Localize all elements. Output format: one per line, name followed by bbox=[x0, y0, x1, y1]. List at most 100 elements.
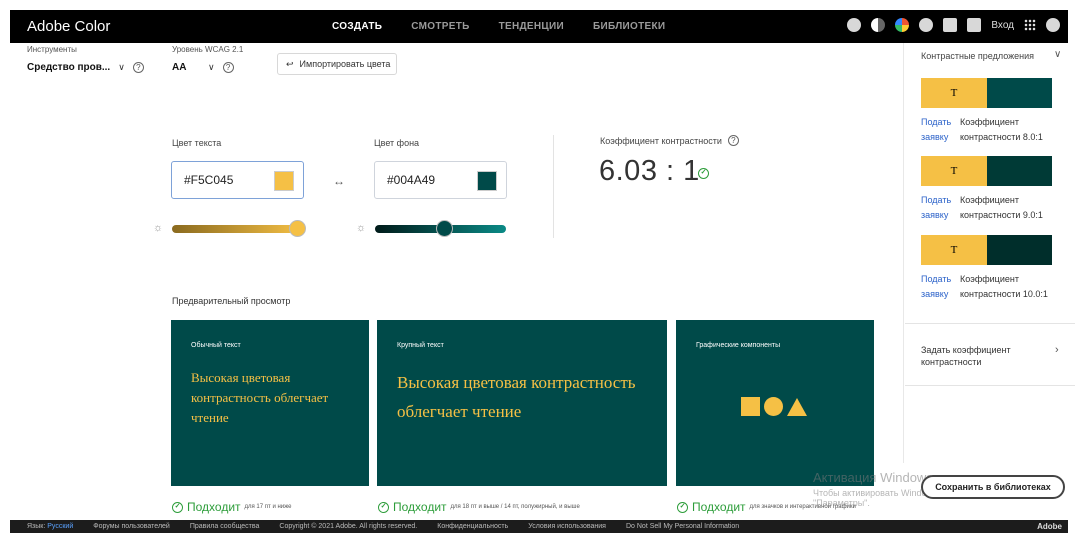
nav-libraries[interactable]: БИБЛИОТЕКИ bbox=[593, 21, 665, 32]
suggestion-ratio: Коэффициент контрастности 9.0:1 bbox=[960, 195, 1043, 220]
save-to-libraries-button[interactable]: Сохранить в библиотеках bbox=[921, 475, 1065, 499]
import-colors-button[interactable]: ↩ Импортировать цвета bbox=[277, 53, 397, 75]
text-color-hex: #F5C045 bbox=[184, 173, 234, 187]
preview-card-label: Обычный текст bbox=[191, 342, 241, 349]
circle-icon bbox=[764, 397, 783, 416]
preview-card-label: Графические компоненты bbox=[696, 342, 781, 349]
bg-color-hex: #004A49 bbox=[387, 173, 436, 187]
preview-card-normal: Обычный текст Высокая цветовая контрастн… bbox=[171, 320, 369, 486]
check-circle-icon: ✓ bbox=[677, 501, 688, 513]
suggestion-swatch[interactable]: T bbox=[921, 156, 1052, 186]
help-icon[interactable]: ? bbox=[727, 135, 739, 146]
apps-grid-icon[interactable] bbox=[1024, 19, 1036, 31]
divider bbox=[905, 385, 1075, 386]
suggestion-ratio: Коэффициент контрастности 10.0:1 bbox=[960, 274, 1048, 299]
creative-cloud-icon[interactable] bbox=[1046, 18, 1060, 32]
chevron-down-icon: ∨ bbox=[118, 62, 125, 72]
bg-brightness-slider[interactable] bbox=[375, 220, 506, 237]
text-color-input[interactable]: #F5C045 bbox=[171, 161, 304, 199]
help-icon[interactable] bbox=[919, 18, 934, 32]
set-contrast-ratio-item[interactable]: Задать коэффициент контрастности bbox=[921, 344, 1031, 368]
square-icon bbox=[741, 397, 760, 416]
contrast-ratio-value: 6.03 : 1 bbox=[599, 155, 700, 187]
footer-language[interactable]: Язык: Русский bbox=[27, 523, 73, 530]
login-link[interactable]: Вход bbox=[991, 20, 1014, 31]
footer-language-value[interactable]: Русский bbox=[47, 523, 73, 530]
result-status: Подходит bbox=[692, 500, 746, 514]
adobe-logo: Adobe bbox=[1037, 522, 1062, 531]
check-circle-icon: ✓ bbox=[698, 168, 709, 179]
wcag-label: Уровень WCAG 2.1 bbox=[172, 45, 244, 54]
text-color-swatch[interactable] bbox=[274, 171, 294, 191]
result-status: Подходит bbox=[393, 500, 447, 514]
color-wheel-tool-icon[interactable] bbox=[847, 18, 862, 32]
footer-link-rules[interactable]: Правила сообщества bbox=[190, 523, 260, 530]
help-icon[interactable]: ? bbox=[132, 62, 144, 73]
help-icon[interactable]: ? bbox=[222, 62, 234, 73]
preview-title: Предварительный просмотр bbox=[172, 296, 291, 306]
result-note: для 18 пт и выше / 14 пт, полужирный, и … bbox=[450, 504, 580, 510]
chevron-down-icon: ∨ bbox=[208, 62, 215, 72]
header-tools: Вход bbox=[847, 18, 1060, 32]
text-color-label: Цвет текста bbox=[172, 138, 222, 148]
preview-normal-text: Высокая цветовая контрастность облегчает… bbox=[191, 370, 329, 425]
bg-color-input[interactable]: #004A49 bbox=[374, 161, 507, 199]
bg-brightness-handle[interactable] bbox=[435, 220, 453, 237]
chevron-right-icon[interactable]: › bbox=[1055, 344, 1059, 356]
import-colors-label: Импортировать цвета bbox=[299, 59, 391, 69]
apply-suggestion-link[interactable]: Подать заявку bbox=[921, 193, 956, 223]
nav-trends[interactable]: ТЕНДЕНЦИИ bbox=[499, 21, 564, 32]
panel-divider bbox=[903, 43, 904, 463]
wcag-select[interactable]: AA ∨ ? bbox=[172, 62, 234, 73]
contrast-ratio-label-text: Коэффициент контрастности bbox=[600, 135, 722, 146]
suggestion-swatch[interactable]: T bbox=[921, 78, 1052, 108]
footer-copyright: Copyright © 2021 Adobe. All rights reser… bbox=[279, 523, 418, 530]
suggestion-bg bbox=[987, 235, 1052, 265]
footer-link-privacy[interactable]: Конфиденциальность bbox=[437, 523, 508, 530]
text-brightness-handle[interactable] bbox=[289, 220, 307, 237]
nav-create[interactable]: СОЗДАТЬ bbox=[332, 21, 382, 32]
wcag-select-value: AA bbox=[172, 62, 187, 73]
tools-select-value: Средство пров... bbox=[27, 62, 111, 73]
apply-suggestion-link[interactable]: Подать заявку bbox=[921, 272, 956, 302]
theme-toggle-icon[interactable] bbox=[871, 18, 886, 32]
color-wheel-icon[interactable] bbox=[895, 18, 910, 32]
top-navbar: Adobe Color СОЗДАТЬ СМОТРЕТЬ ТЕНДЕНЦИИ Б… bbox=[10, 10, 1068, 43]
check-circle-icon: ✓ bbox=[378, 501, 389, 513]
main-nav: СОЗДАТЬ СМОТРЕТЬ ТЕНДЕНЦИИ БИБЛИОТЕКИ bbox=[332, 21, 665, 32]
nav-explore[interactable]: СМОТРЕТЬ bbox=[411, 21, 469, 32]
divider bbox=[905, 323, 1075, 324]
suggestion-swatch[interactable]: T bbox=[921, 235, 1052, 265]
preview-card-graphics: Графические компоненты bbox=[676, 320, 874, 486]
suggestion-bg bbox=[987, 156, 1052, 186]
text-brightness-slider[interactable] bbox=[172, 220, 307, 237]
brightness-icon: ☼ bbox=[356, 222, 367, 234]
app-title[interactable]: Adobe Color bbox=[27, 18, 110, 35]
suggestion-sample: T bbox=[921, 235, 987, 265]
preview-large-text: Высокая цветовая контрастность облегчает… bbox=[397, 373, 636, 421]
bg-color-label: Цвет фона bbox=[374, 138, 420, 148]
graphic-shapes bbox=[741, 397, 807, 416]
preview-card-label: Крупный текст bbox=[397, 342, 444, 349]
suggestions-title: Контрастные предложения bbox=[921, 51, 1035, 61]
chevron-down-icon[interactable]: ∨ bbox=[1054, 49, 1061, 60]
footer-language-label: Язык: bbox=[27, 523, 46, 530]
learn-icon[interactable] bbox=[943, 18, 958, 32]
footer-link-forums[interactable]: Форумы пользователей bbox=[93, 523, 170, 530]
footer-link-do-not-sell[interactable]: Do Not Sell My Personal Information bbox=[626, 523, 739, 530]
footer-link-terms[interactable]: Условия использования bbox=[528, 523, 606, 530]
import-icon: ↩ bbox=[286, 58, 294, 69]
tools-label: Инструменты bbox=[27, 45, 77, 54]
footer: Язык: Русский Форумы пользователей Прави… bbox=[10, 520, 1068, 533]
swap-colors-icon[interactable]: ↔ bbox=[333, 174, 345, 188]
result-normal: ✓ Подходит для 17 пт и ниже bbox=[172, 500, 291, 514]
apply-suggestion-link[interactable]: Подать заявку bbox=[921, 115, 956, 145]
preview-card-large: Крупный текст Высокая цветовая контрастн… bbox=[377, 320, 667, 486]
tools-select[interactable]: Средство пров... ∨ ? bbox=[27, 62, 144, 73]
brightness-icon: ☼ bbox=[153, 222, 164, 234]
bg-color-swatch[interactable] bbox=[477, 171, 497, 191]
chat-icon[interactable] bbox=[967, 18, 982, 32]
suggestion-sample: T bbox=[921, 78, 987, 108]
result-note: для 17 пт и ниже bbox=[244, 504, 292, 510]
check-circle-icon: ✓ bbox=[172, 501, 183, 513]
